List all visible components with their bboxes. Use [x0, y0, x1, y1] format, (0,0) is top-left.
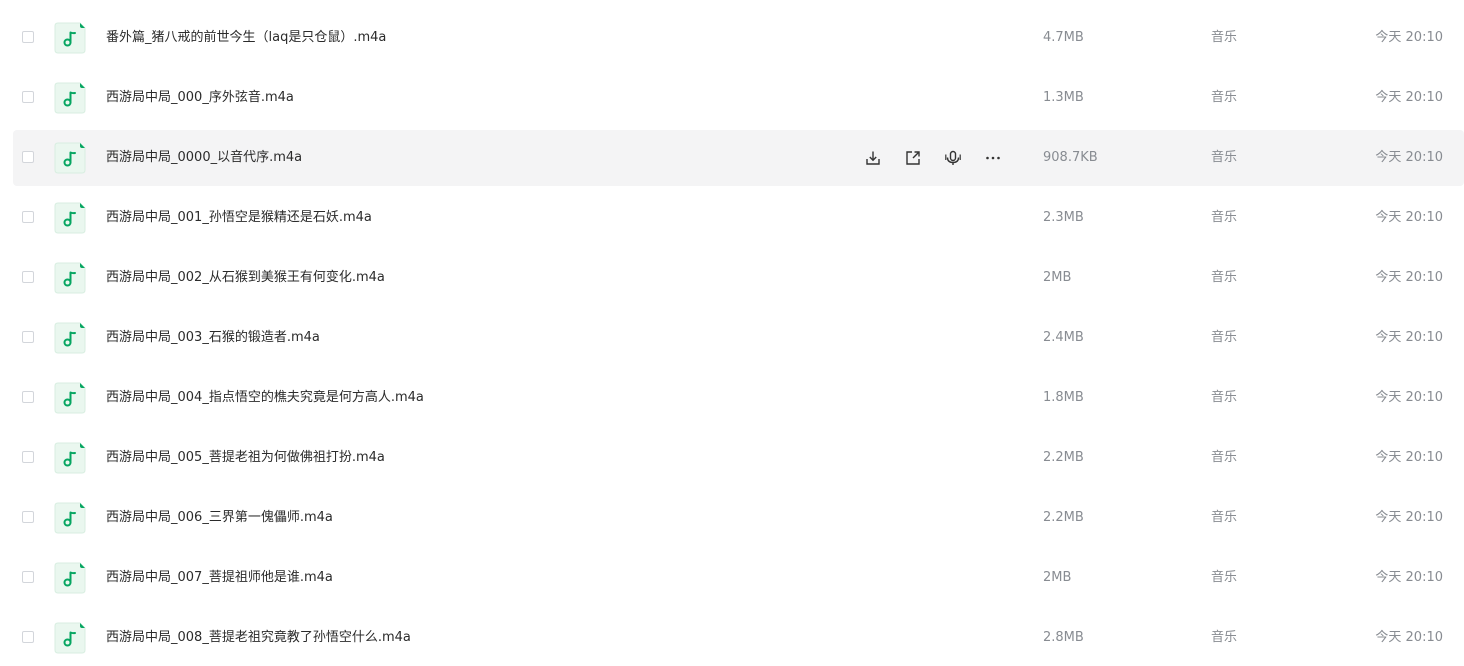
file-modified-time: 今天 20:10 — [1375, 630, 1443, 645]
file-modified-time: 今天 20:10 — [1375, 150, 1443, 165]
row-actions — [861, 146, 1021, 170]
music-note-icon — [54, 262, 86, 294]
row-checkbox[interactable] — [22, 91, 34, 103]
row-checkbox[interactable] — [22, 331, 34, 343]
music-note-icon — [54, 82, 86, 114]
file-size: 2.2MB — [1043, 510, 1084, 525]
file-type: 音乐 — [1211, 390, 1238, 405]
file-modified-time: 今天 20:10 — [1375, 510, 1443, 525]
file-size: 908.7KB — [1043, 150, 1098, 165]
file-row[interactable]: 西游局中局_008_菩提老祖究竟教了孙悟空什么.m4a 2.8MB 音乐 今天 20:… — [13, 610, 1464, 666]
file-size: 2MB — [1043, 570, 1072, 585]
file-size: 2.3MB — [1043, 210, 1084, 225]
row-checkbox[interactable] — [22, 451, 34, 463]
row-checkbox[interactable] — [22, 271, 34, 283]
more-icon[interactable] — [981, 146, 1005, 170]
row-checkbox[interactable] — [22, 151, 34, 163]
music-note-icon — [54, 442, 86, 474]
file-row[interactable]: 西游局中局_0000_以音代序.m4a 908.7KB 音乐 今天 20:10 — [13, 130, 1464, 186]
file-size: 1.8MB — [1043, 390, 1084, 405]
file-type: 音乐 — [1211, 150, 1238, 165]
music-note-icon — [54, 622, 86, 654]
file-size: 2MB — [1043, 270, 1072, 285]
file-type: 音乐 — [1211, 210, 1238, 225]
audio-play-icon[interactable] — [941, 146, 965, 170]
file-name[interactable]: 西游局中局_0000_以音代序.m4a — [106, 149, 302, 166]
file-row[interactable]: 西游局中局_007_菩提祖师他是谁.m4a 2MB 音乐 今天 20:10 — [13, 550, 1464, 606]
file-modified-time: 今天 20:10 — [1375, 30, 1443, 45]
file-size: 1.3MB — [1043, 90, 1084, 105]
file-name[interactable]: 西游局中局_005_菩提老祖为何做佛祖打扮.m4a — [106, 449, 385, 466]
file-size: 2.2MB — [1043, 450, 1084, 465]
file-size: 2.4MB — [1043, 330, 1084, 345]
music-note-icon — [54, 22, 86, 54]
file-name[interactable]: 西游局中局_006_三界第一傀儡师.m4a — [106, 509, 333, 526]
file-type: 音乐 — [1211, 630, 1238, 645]
row-checkbox[interactable] — [22, 211, 34, 223]
file-row[interactable]: 西游局中局_005_菩提老祖为何做佛祖打扮.m4a 2.2MB 音乐 今天 20:10 — [13, 430, 1464, 486]
file-modified-time: 今天 20:10 — [1375, 570, 1443, 585]
file-name[interactable]: 西游局中局_004_指点悟空的樵夫究竟是何方高人.m4a — [106, 389, 424, 406]
file-size: 2.8MB — [1043, 630, 1084, 645]
file-type: 音乐 — [1211, 30, 1238, 45]
file-row[interactable]: 西游局中局_001_孙悟空是猴精还是石妖.m4a 2.3MB 音乐 今天 20:10 — [13, 190, 1464, 246]
file-row[interactable]: 西游局中局_002_从石猴到美猴王有何变化.m4a 2MB 音乐 今天 20:10 — [13, 250, 1464, 306]
row-checkbox[interactable] — [22, 31, 34, 43]
file-modified-time: 今天 20:10 — [1375, 330, 1443, 345]
music-note-icon — [54, 202, 86, 234]
file-modified-time: 今天 20:10 — [1375, 210, 1443, 225]
file-row[interactable]: 西游局中局_000_序外弦音.m4a 1.3MB 音乐 今天 20:10 — [13, 70, 1464, 126]
download-icon[interactable] — [861, 146, 885, 170]
file-modified-time: 今天 20:10 — [1375, 90, 1443, 105]
file-type: 音乐 — [1211, 270, 1238, 285]
music-note-icon — [54, 382, 86, 414]
row-checkbox[interactable] — [22, 571, 34, 583]
file-type: 音乐 — [1211, 450, 1238, 465]
file-type: 音乐 — [1211, 330, 1238, 345]
file-type: 音乐 — [1211, 90, 1238, 105]
music-note-icon — [54, 502, 86, 534]
file-name[interactable]: 西游局中局_002_从石猴到美猴王有何变化.m4a — [106, 269, 385, 286]
file-row[interactable]: 西游局中局_006_三界第一傀儡师.m4a 2.2MB 音乐 今天 20:10 — [13, 490, 1464, 546]
file-modified-time: 今天 20:10 — [1375, 450, 1443, 465]
file-name[interactable]: 西游局中局_001_孙悟空是猴精还是石妖.m4a — [106, 209, 372, 226]
music-note-icon — [54, 142, 86, 174]
file-type: 音乐 — [1211, 510, 1238, 525]
file-name[interactable]: 西游局中局_007_菩提祖师他是谁.m4a — [106, 569, 333, 586]
file-type: 音乐 — [1211, 570, 1238, 585]
row-checkbox[interactable] — [22, 511, 34, 523]
row-checkbox[interactable] — [22, 631, 34, 643]
file-modified-time: 今天 20:10 — [1375, 270, 1443, 285]
file-list: 番外篇_猪八戒的前世今生（laq是只仓鼠）.m4a 4.7MB 音乐 今天 20:10… — [0, 0, 1464, 662]
file-name[interactable]: 番外篇_猪八戒的前世今生（laq是只仓鼠）.m4a — [106, 29, 386, 46]
file-row[interactable]: 番外篇_猪八戒的前世今生（laq是只仓鼠）.m4a 4.7MB 音乐 今天 20:10 — [13, 10, 1464, 66]
file-row[interactable]: 西游局中局_004_指点悟空的樵夫究竟是何方高人.m4a 1.8MB 音乐 今天 20… — [13, 370, 1464, 426]
file-modified-time: 今天 20:10 — [1375, 390, 1443, 405]
file-row[interactable]: 西游局中局_003_石猴的锻造者.m4a 2.4MB 音乐 今天 20:10 — [13, 310, 1464, 366]
file-name[interactable]: 西游局中局_003_石猴的锻造者.m4a — [106, 329, 320, 346]
file-name[interactable]: 西游局中局_000_序外弦音.m4a — [106, 89, 294, 106]
music-note-icon — [54, 322, 86, 354]
file-name[interactable]: 西游局中局_008_菩提老祖究竟教了孙悟空什么.m4a — [106, 629, 411, 646]
row-checkbox[interactable] — [22, 391, 34, 403]
music-note-icon — [54, 562, 86, 594]
file-size: 4.7MB — [1043, 30, 1084, 45]
share-icon[interactable] — [901, 146, 925, 170]
